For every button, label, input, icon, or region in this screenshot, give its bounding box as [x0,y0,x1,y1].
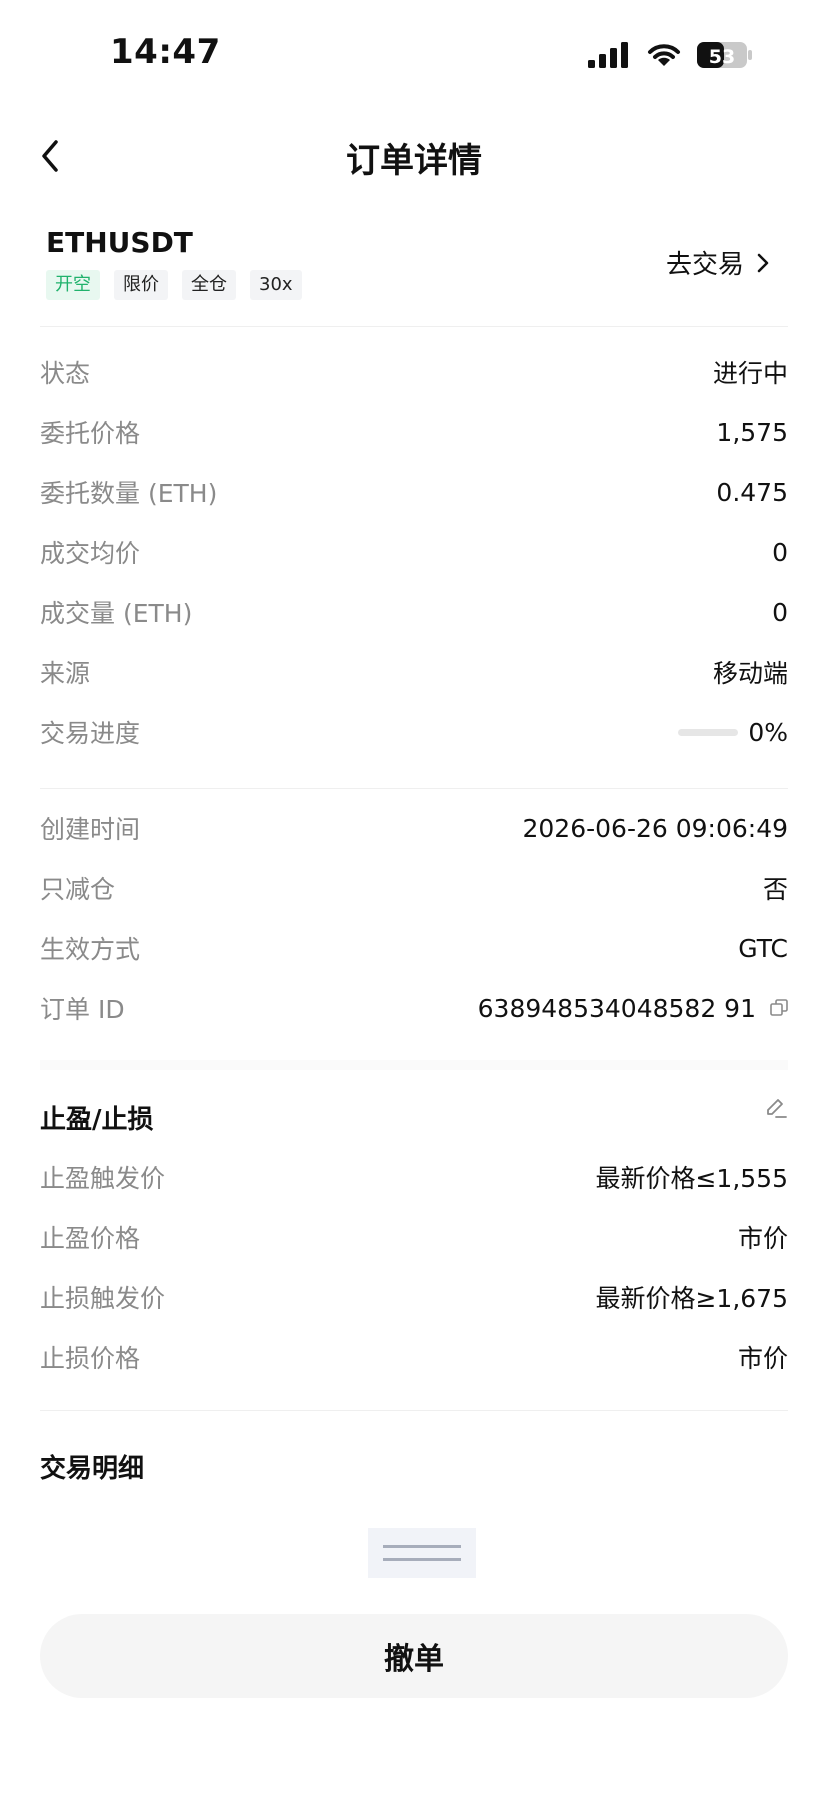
order-tags: 开空 限价 全仓 30x [46,270,302,300]
sl-trigger-row: 止损触发价 最新价格≥1,675 [40,1277,788,1317]
average-price-label: 成交均价 [40,539,141,568]
tp-price-label: 止盈价格 [40,1224,141,1253]
sl-price-label: 止损价格 [40,1344,141,1373]
copy-icon[interactable] [770,999,788,1017]
order-quantity-label: 委托数量 (ETH) [40,479,218,508]
symbol-name: ETHUSDT [46,226,193,259]
battery-icon: 53 [697,42,752,68]
page-title: 订单详情 [346,141,482,181]
tp-trigger-value: 最新价格≤1,555 [595,1164,788,1193]
source-value: 移动端 [712,659,788,688]
reduce-only-row: 只减仓 否 [40,868,788,908]
progress-bar [678,728,739,736]
progress-value: 0% [748,717,788,747]
progress-row: 交易进度 0% [40,712,788,752]
order-quantity-row: 委托数量 (ETH) 0.475 [40,472,788,512]
time-in-force-label: 生效方式 [40,935,141,964]
battery-level: 53 [709,46,735,68]
sl-trigger-label: 止损触发价 [40,1284,166,1313]
source-label: 来源 [40,659,91,688]
progress-label: 交易进度 [40,719,141,748]
created-time-label: 创建时间 [40,815,141,844]
go-trade-link[interactable]: 去交易 [666,244,770,281]
status-bar: 14:47 53 [0,0,828,110]
tpsl-section-title: 止盈/止损 [40,1105,154,1135]
time-in-force-value: GTC [738,933,788,963]
sl-trigger-value: 最新价格≥1,675 [595,1284,788,1313]
order-id-row: 订单 ID 638948534048582 91 [40,988,788,1028]
reduce-only-label: 只减仓 [40,875,116,904]
status-row: 状态 进行中 [40,352,788,392]
sl-price-value: 市价 [737,1344,788,1373]
created-time-value: 2026-06-26 09:06:49 [522,813,788,843]
source-row: 来源 移动端 [40,652,788,692]
tp-trigger-row: 止盈触发价 最新价格≤1,555 [40,1157,788,1197]
empty-list-icon [368,1528,476,1578]
average-price-value: 0 [772,537,788,567]
order-id-value: 638948534048582 91 [477,993,756,1023]
sl-price-row: 止损价格 市价 [40,1337,788,1377]
trade-details-title: 交易明细 [40,1454,145,1484]
divider [40,1410,788,1411]
leverage-tag: 30x [250,270,302,300]
side-tag: 开空 [46,270,100,300]
order-id-value-wrap: 638948534048582 91 [478,994,788,1023]
chevron-right-icon [757,253,769,272]
tp-price-value: 市价 [737,1224,788,1253]
status-label: 状态 [40,359,91,388]
divider [40,788,788,789]
divider [40,326,788,327]
order-price-label: 委托价格 [40,419,141,448]
cellular-signal-icon [588,42,628,68]
order-price-value: 1,575 [716,417,788,447]
cancel-order-button[interactable]: 撤单 [40,1614,788,1698]
order-id-label: 订单 ID [40,995,125,1024]
filled-quantity-value: 0 [772,597,788,627]
order-quantity-value: 0.475 [716,477,788,507]
order-price-row: 委托价格 1,575 [40,412,788,452]
status-value: 进行中 [712,359,788,388]
section-divider [40,1060,788,1070]
edit-pencil-icon[interactable] [764,1096,788,1120]
average-price-row: 成交均价 0 [40,532,788,572]
filled-quantity-label: 成交量 (ETH) [40,599,193,628]
filled-quantity-row: 成交量 (ETH) 0 [40,592,788,632]
order-type-tag: 限价 [114,270,168,300]
status-time: 14:47 [110,32,221,72]
wifi-icon [648,44,680,66]
created-time-row: 创建时间 2026-06-26 09:06:49 [40,808,788,848]
tp-price-row: 止盈价格 市价 [40,1217,788,1257]
reduce-only-value: 否 [762,875,788,904]
tp-trigger-label: 止盈触发价 [40,1164,166,1193]
margin-mode-tag: 全仓 [182,270,236,300]
progress-indicator: 0% [678,718,788,747]
go-trade-label: 去交易 [665,250,744,280]
time-in-force-row: 生效方式 GTC [40,928,788,968]
